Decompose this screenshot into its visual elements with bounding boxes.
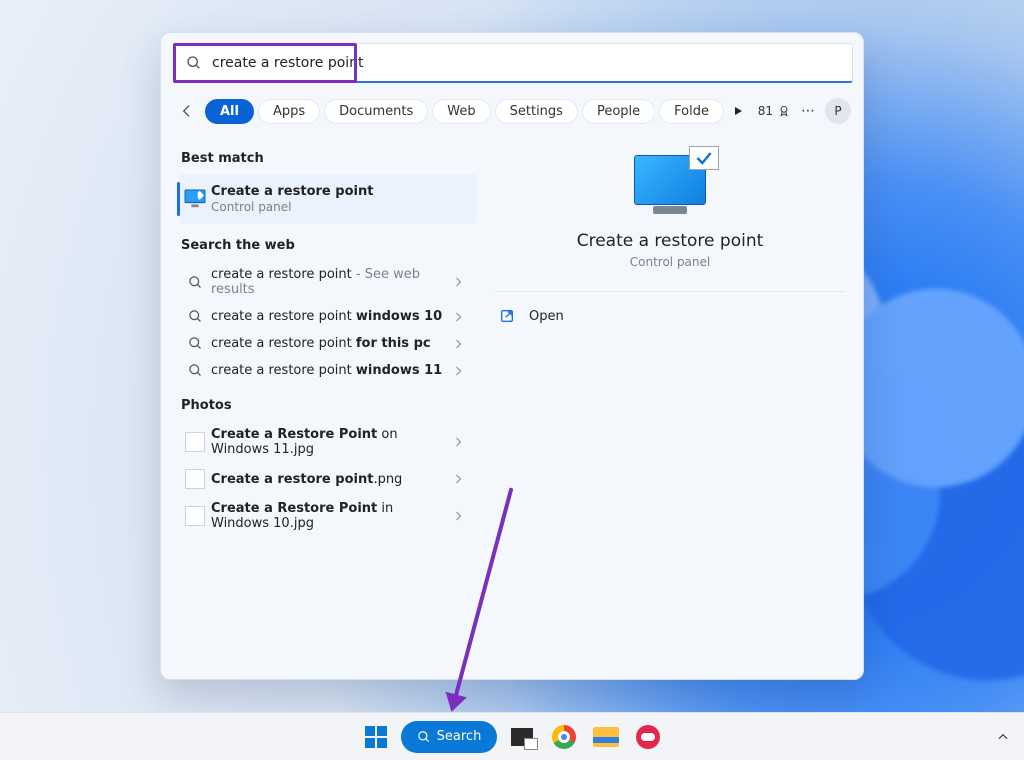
search-panel: create a restore point All Apps Document… [160, 32, 864, 680]
web-result-text: create a restore point for this pc [211, 336, 447, 351]
web-result-3[interactable]: create a restore point windows 11 [179, 357, 477, 384]
photo-result-text: Create a restore point.png [211, 472, 447, 487]
photo-result-2[interactable]: Create a Restore Point in Windows 10.jpg [179, 495, 477, 537]
chevron-right-icon[interactable] [447, 338, 469, 350]
preview-title: Create a restore point [577, 231, 764, 251]
search-icon [186, 55, 202, 71]
photo-thumb-icon [179, 432, 211, 452]
search-input-row: create a restore point [173, 43, 373, 83]
monitor-icon [179, 189, 211, 209]
system-tray-expand[interactable] [996, 730, 1010, 744]
results-column: Best match Create a restore point Contro… [161, 137, 481, 679]
rewards-indicator[interactable]: 81 [758, 104, 791, 118]
task-view-button[interactable] [505, 720, 539, 754]
chevron-right-icon[interactable] [447, 311, 469, 323]
search-icon [179, 363, 211, 378]
chevron-right-icon[interactable] [447, 473, 469, 485]
section-photos: Photos [181, 398, 477, 413]
tab-web[interactable]: Web [432, 99, 490, 124]
tabs-overflow-button[interactable] [728, 105, 748, 117]
best-match-result[interactable]: Create a restore point Control panel [179, 174, 477, 224]
web-result-2[interactable]: create a restore point for this pc [179, 330, 477, 357]
photo-thumb-icon [179, 506, 211, 526]
divider [495, 291, 845, 292]
section-best-match: Best match [181, 151, 477, 166]
photo-thumb-icon [179, 469, 211, 489]
taskbar-search-button[interactable]: Search [401, 721, 498, 753]
search-icon [179, 336, 211, 351]
photo-result-0[interactable]: Create a Restore Point on Windows 11.jpg [179, 421, 477, 463]
chrome-button[interactable] [547, 720, 581, 754]
web-result-text: create a restore point - See web results [211, 267, 447, 297]
open-external-icon [499, 308, 515, 324]
web-result-text: create a restore point windows 10 [211, 309, 447, 324]
filter-tabs: All Apps Documents Web Settings People F… [161, 89, 863, 137]
chevron-right-icon[interactable] [447, 510, 469, 522]
photo-result-1[interactable]: Create a restore point.png [179, 463, 477, 495]
web-result-1[interactable]: create a restore point windows 10 [179, 303, 477, 330]
file-explorer-icon [593, 727, 619, 747]
tab-apps[interactable]: Apps [258, 99, 320, 124]
preview-subtitle: Control panel [630, 255, 710, 269]
search-icon [179, 309, 211, 324]
web-result-0[interactable]: create a restore point - See web results [179, 261, 477, 303]
taskbar: Search [0, 712, 1024, 760]
windows-logo-icon [365, 726, 387, 748]
file-explorer-button[interactable] [589, 720, 623, 754]
preview-pane: Create a restore point Control panel Ope… [481, 137, 863, 679]
chevron-right-icon[interactable] [447, 436, 469, 448]
tab-settings[interactable]: Settings [495, 99, 578, 124]
chevron-right-icon[interactable] [447, 276, 469, 288]
photo-result-text: Create a Restore Point on Windows 11.jpg [211, 427, 447, 457]
start-button[interactable] [359, 720, 393, 754]
taskbar-search-label: Search [437, 729, 482, 744]
open-action[interactable]: Open [495, 298, 845, 334]
tab-all[interactable]: All [205, 99, 254, 124]
search-icon [417, 730, 431, 744]
photo-result-text: Create a Restore Point in Windows 10.jpg [211, 501, 447, 531]
web-result-text: create a restore point windows 11 [211, 363, 447, 378]
tab-people[interactable]: People [582, 99, 655, 124]
app-button[interactable] [631, 720, 665, 754]
search-input[interactable]: create a restore point [173, 43, 853, 83]
user-avatar[interactable]: P [825, 98, 851, 124]
tab-documents[interactable]: Documents [324, 99, 428, 124]
task-view-icon [511, 728, 533, 746]
section-search-web: Search the web [181, 238, 477, 253]
open-label: Open [529, 309, 564, 324]
search-icon [179, 275, 211, 290]
chevron-right-icon[interactable] [447, 365, 469, 377]
monitor-check-icon [634, 155, 706, 205]
rewards-points: 81 [758, 104, 773, 118]
medal-icon [777, 104, 791, 118]
more-button[interactable]: ⋯ [795, 98, 821, 124]
search-input-text: create a restore point [212, 55, 364, 71]
best-match-subtitle: Control panel [211, 200, 469, 214]
back-button[interactable] [173, 97, 201, 125]
best-match-title: Create a restore point [211, 184, 469, 199]
chrome-icon [552, 725, 576, 749]
tab-folders[interactable]: Folde [659, 99, 724, 124]
app-icon [636, 725, 660, 749]
